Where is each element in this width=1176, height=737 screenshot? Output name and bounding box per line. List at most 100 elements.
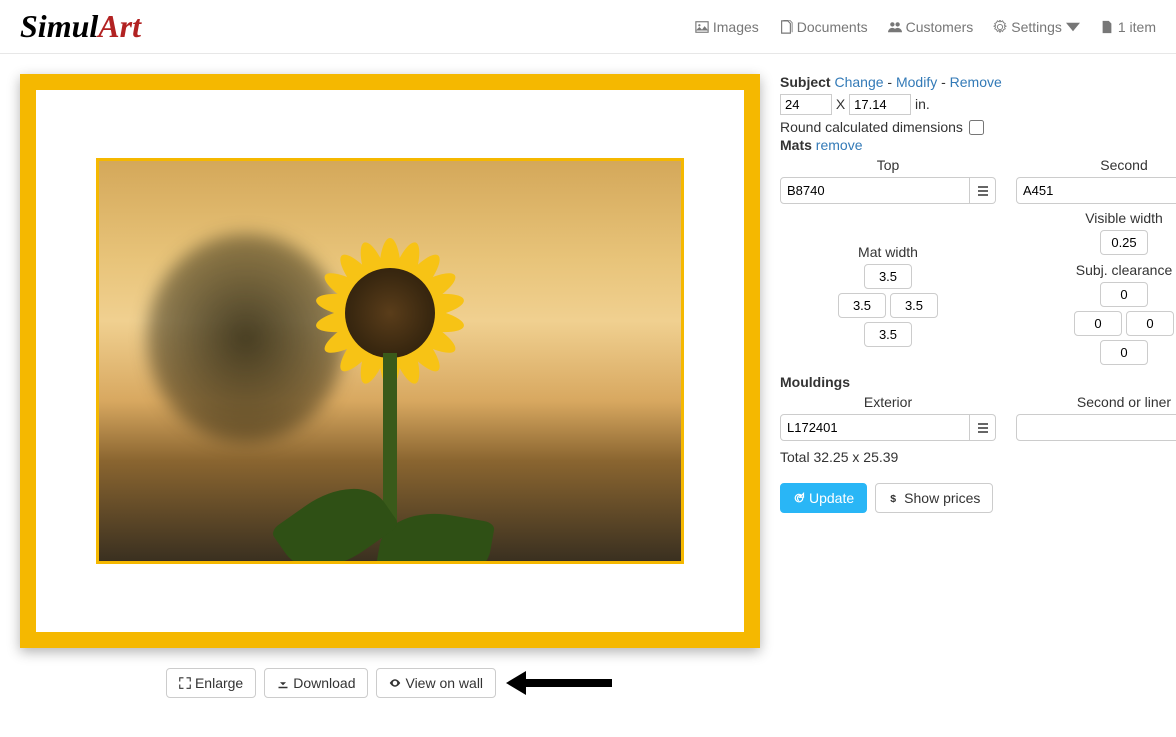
show-prices-label: Show prices (904, 490, 980, 506)
mouldings-header: Mouldings (780, 374, 1176, 390)
view-on-wall-label: View on wall (405, 675, 483, 691)
mats-header: Mats remove (780, 137, 1176, 153)
documents-icon (779, 20, 793, 34)
menu-icon (977, 422, 989, 434)
content: Enlarge Download View on wall Subject Ch… (0, 54, 1176, 718)
customers-icon (888, 20, 902, 34)
clearance-top[interactable] (1100, 282, 1148, 307)
subject-label: Subject (780, 74, 831, 90)
nav-settings-label: Settings (1011, 19, 1062, 35)
round-row: Round calculated dimensions (780, 119, 1176, 135)
totals-row: Total 32.25 x 25.39 Opening 23.75 x 16.8… (780, 449, 1176, 465)
subj-clearance-grid (1016, 281, 1176, 366)
gear-icon (993, 20, 1007, 34)
caret-down-icon (1066, 20, 1080, 34)
mat-col-second: Second Visible width Subj. clearance (1016, 157, 1176, 366)
subject-modify-link[interactable]: Modify (896, 74, 937, 90)
mat-width-grid (780, 263, 996, 348)
clearance-left[interactable] (1074, 311, 1122, 336)
mat-width-label: Mat width (780, 244, 996, 260)
update-button[interactable]: Update (780, 483, 867, 513)
moulding-exterior-menu-button[interactable] (970, 414, 996, 441)
dim-x: X (836, 96, 845, 112)
nav-links: Images Documents Customers Settings 1 it… (695, 19, 1156, 35)
mat-second-input[interactable] (1016, 177, 1176, 204)
nav-images[interactable]: Images (695, 19, 759, 35)
height-input[interactable] (849, 94, 911, 115)
width-input[interactable] (780, 94, 832, 115)
mat-second-label: Second (1016, 157, 1176, 173)
nav-images-label: Images (713, 19, 759, 35)
moulding-col-second: Second or liner (1016, 394, 1176, 441)
nav-documents[interactable]: Documents (779, 19, 868, 35)
mouldings-grid: Exterior Second or liner Thi (780, 394, 1176, 441)
mats-grid: Top Mat width Sec (780, 157, 1176, 366)
svg-text:$: $ (890, 493, 896, 504)
enlarge-label: Enlarge (195, 675, 243, 691)
download-label: Download (293, 675, 355, 691)
config-panel: Subject Change - Modify - Remove X in. R… (780, 74, 1176, 513)
menu-icon (977, 185, 989, 197)
image-icon (695, 20, 709, 34)
nav-customers-label: Customers (906, 19, 974, 35)
round-label: Round calculated dimensions (780, 119, 963, 135)
subject-change-link[interactable]: Change (834, 74, 883, 90)
enlarge-icon (179, 677, 191, 689)
eye-icon (389, 677, 401, 689)
logo[interactable]: SimulArt (20, 8, 141, 45)
dollar-icon: $ (888, 492, 900, 504)
navbar: SimulArt Images Documents Customers Sett… (0, 0, 1176, 54)
clearance-bottom[interactable] (1100, 340, 1148, 365)
nav-settings[interactable]: Settings (993, 19, 1080, 35)
nav-cart[interactable]: 1 item (1100, 19, 1156, 35)
subject-row: Subject Change - Modify - Remove (780, 74, 1176, 90)
mat-top-menu-button[interactable] (970, 177, 996, 204)
moulding-exterior-input[interactable] (780, 414, 970, 441)
mat-width-top[interactable] (864, 264, 912, 289)
mat-width-right[interactable] (890, 293, 938, 318)
moulding-exterior-label: Exterior (780, 394, 996, 410)
frame-preview (20, 74, 760, 648)
subj-clearance-label: Subj. clearance (1016, 262, 1176, 278)
file-icon (1100, 20, 1114, 34)
refresh-icon (793, 492, 805, 504)
subject-image (99, 161, 681, 561)
moulding-second-input[interactable] (1016, 414, 1176, 441)
total: Total 32.25 x 25.39 (780, 449, 898, 465)
show-prices-button[interactable]: $ Show prices (875, 483, 993, 513)
arrow-pointer-icon (504, 668, 614, 698)
logo-part2: Art (98, 8, 141, 44)
download-icon (277, 677, 289, 689)
mat-col-top: Top Mat width (780, 157, 996, 366)
inner-mat (96, 158, 684, 564)
subject-remove-link[interactable]: Remove (950, 74, 1002, 90)
enlarge-button[interactable]: Enlarge (166, 668, 256, 698)
view-on-wall-button[interactable]: View on wall (376, 668, 496, 698)
dimensions-row: X in. (780, 94, 1176, 115)
download-button[interactable]: Download (264, 668, 368, 698)
preview-buttons: Enlarge Download View on wall (20, 668, 760, 698)
nav-customers[interactable]: Customers (888, 19, 974, 35)
round-checkbox[interactable] (969, 120, 984, 135)
dim-unit: in. (915, 96, 930, 112)
mouldings-label: Mouldings (780, 374, 850, 390)
logo-part1: Simul (20, 8, 98, 44)
mat-width-bottom[interactable] (864, 322, 912, 347)
clearance-right[interactable] (1126, 311, 1174, 336)
mat-area (36, 90, 744, 632)
moulding-col-exterior: Exterior (780, 394, 996, 441)
mats-label: Mats (780, 137, 812, 153)
mats-remove-link[interactable]: remove (816, 137, 863, 153)
preview-area: Enlarge Download View on wall (20, 74, 760, 698)
moulding-second-label: Second or liner (1016, 394, 1176, 410)
second-visible-input[interactable] (1100, 230, 1148, 255)
nav-cart-label: 1 item (1118, 19, 1156, 35)
mat-width-left[interactable] (838, 293, 886, 318)
total-label: Total (780, 449, 810, 465)
mat-top-label: Top (780, 157, 996, 173)
nav-documents-label: Documents (797, 19, 868, 35)
total-value: 32.25 x 25.39 (813, 449, 898, 465)
second-visible-label: Visible width (1016, 210, 1176, 226)
action-buttons: Update $ Show prices (780, 483, 1176, 513)
mat-top-input[interactable] (780, 177, 970, 204)
